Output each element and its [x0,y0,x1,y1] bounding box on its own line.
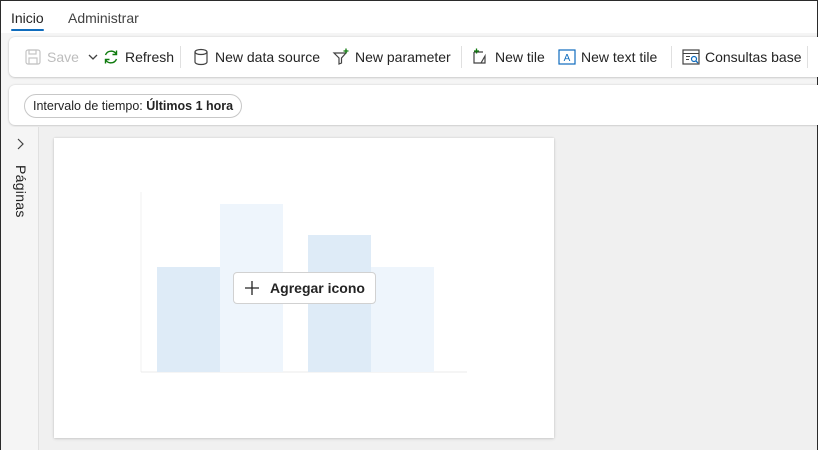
placeholder-bar [157,267,220,372]
plus-icon [244,280,260,296]
tab-administrar[interactable]: Administrar [68,9,139,27]
text-tile-icon: A [557,47,577,67]
new-data-source-button[interactable]: New data source [191,37,320,77]
save-icon [23,47,43,67]
empty-tile: Agregar icono [54,138,554,438]
pages-label[interactable]: Páginas [13,165,29,218]
filter-add-icon [331,47,351,67]
chevron-down-icon[interactable] [87,51,99,63]
toolbar-divider [671,46,672,68]
refresh-icon [101,47,121,67]
add-tile-label: Agregar icono [270,280,365,296]
new-text-tile-button[interactable]: A New text tile [557,37,657,77]
dashboard-canvas: Agregar icono [39,127,817,450]
parameter-bar: Intervalo de tiempo: Últimos 1 hora [1,81,818,127]
base-queries-button[interactable]: Consultas base [681,37,802,77]
refresh-button[interactable]: Refresh [101,37,174,77]
save-label: Save [47,49,79,65]
new-data-source-label: New data source [215,49,321,65]
chevron-right-icon[interactable] [14,137,26,151]
time-range-label: Intervalo de tiempo: [33,99,147,113]
base-queries-label: Consultas base [705,49,802,65]
toolbar: Save Refresh New data source New paramet… [9,37,818,77]
toolbar-divider [180,46,181,68]
base-query-icon [681,47,701,67]
toolbar-divider [807,46,808,68]
toolbar-area: Save Refresh New data source New paramet… [1,33,818,81]
parameter-panel: Intervalo de tiempo: Últimos 1 hora [9,85,818,125]
new-tile-button[interactable]: New tile [471,37,545,77]
toolbar-divider [461,46,462,68]
tab-inicio[interactable]: Inicio [11,9,44,31]
time-range-value: Últimos 1 hora [146,99,234,113]
pages-pane: Páginas [1,127,39,450]
new-parameter-button[interactable]: New parameter [331,37,451,77]
ribbon-tabs: Inicio Administrar [1,1,817,33]
new-text-tile-label: New text tile [581,49,658,65]
database-icon [191,47,211,67]
new-parameter-label: New parameter [355,49,451,65]
save-button[interactable]: Save [23,37,99,77]
svg-text:A: A [564,53,571,64]
placeholder-bar [371,267,434,372]
refresh-label: Refresh [125,49,175,65]
time-range-parameter[interactable]: Intervalo de tiempo: Últimos 1 hora [24,94,243,118]
new-tile-label: New tile [495,49,545,65]
add-tile-button[interactable]: Agregar icono [233,272,376,304]
tile-add-icon [471,47,491,67]
